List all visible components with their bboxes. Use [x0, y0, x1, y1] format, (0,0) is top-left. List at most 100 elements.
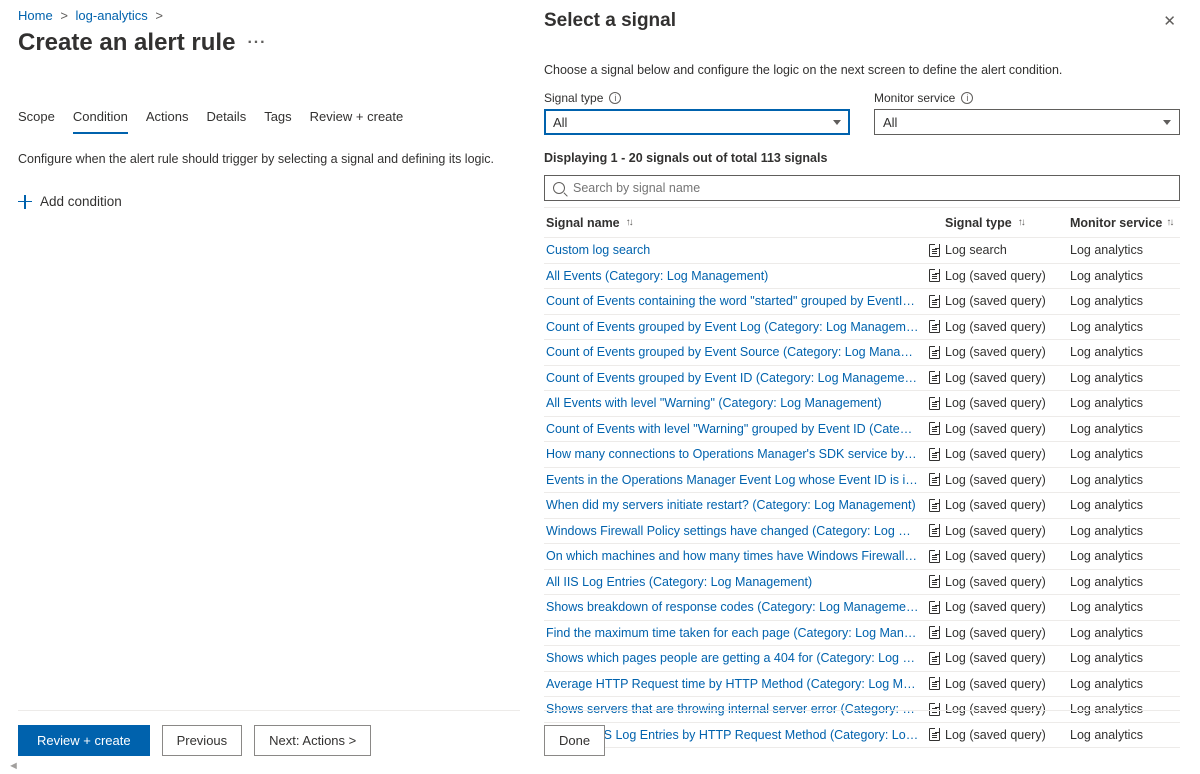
signal-row[interactable]: Count of Events grouped by Event Source …: [544, 340, 1180, 366]
monitor-service-cell: Log analytics: [1070, 549, 1180, 563]
close-icon[interactable]: ✕: [1159, 10, 1180, 33]
signal-name-link[interactable]: Find the maximum time taken for each pag…: [544, 626, 923, 640]
info-icon[interactable]: i: [609, 92, 621, 104]
signal-type-cell: Log (saved query): [945, 269, 1070, 283]
sort-icon: ↑↓: [1166, 217, 1172, 228]
log-icon: [923, 295, 945, 308]
signal-row[interactable]: Find the maximum time taken for each pag…: [544, 621, 1180, 647]
monitor-service-cell: Log analytics: [1070, 371, 1180, 385]
signal-name-link[interactable]: Count of Events grouped by Event Source …: [544, 345, 923, 359]
signal-type-select[interactable]: All: [544, 109, 850, 135]
panel-title: Select a signal: [544, 10, 1159, 32]
signal-name-link[interactable]: Count of Events grouped by Event ID (Cat…: [544, 371, 923, 385]
signal-name-link[interactable]: Count of Events with level "Warning" gro…: [544, 422, 923, 436]
search-icon: [553, 182, 565, 194]
signal-row[interactable]: Shows which pages people are getting a 4…: [544, 646, 1180, 672]
signal-name-link[interactable]: All Events (Category: Log Management): [544, 269, 923, 283]
signal-name-link[interactable]: On which machines and how many times hav…: [544, 549, 923, 563]
signal-type-cell: Log (saved query): [945, 396, 1070, 410]
log-icon: [923, 652, 945, 665]
monitor-service-cell: Log analytics: [1070, 575, 1180, 589]
signal-type-cell: Log (saved query): [945, 345, 1070, 359]
page-title: Create an alert rule ···: [18, 29, 520, 57]
previous-button[interactable]: Previous: [162, 725, 243, 756]
signal-row[interactable]: Count of Events with level "Warning" gro…: [544, 417, 1180, 443]
monitor-service-cell: Log analytics: [1070, 320, 1180, 334]
signal-row[interactable]: All Events with level "Warning" (Categor…: [544, 391, 1180, 417]
signal-row[interactable]: Windows Firewall Policy settings have ch…: [544, 519, 1180, 545]
monitor-service-cell: Log analytics: [1070, 677, 1180, 691]
signal-row[interactable]: All IIS Log Entries (Category: Log Manag…: [544, 570, 1180, 596]
signal-name-link[interactable]: Events in the Operations Manager Event L…: [544, 473, 923, 487]
tab-details[interactable]: Details: [206, 103, 246, 134]
log-icon: [923, 550, 945, 563]
signal-row[interactable]: Custom log searchLog searchLog analytics: [544, 238, 1180, 264]
signal-name-link[interactable]: Count of Events containing the word "sta…: [544, 294, 923, 308]
sort-icon: ↑↓: [1018, 217, 1024, 228]
log-icon: [923, 422, 945, 435]
plus-icon: [18, 195, 32, 209]
add-condition-button[interactable]: Add condition: [18, 194, 520, 209]
signal-name-link[interactable]: Count of Events grouped by Event Log (Ca…: [544, 320, 923, 334]
monitor-service-cell: Log analytics: [1070, 473, 1180, 487]
tab-tags[interactable]: Tags: [264, 103, 291, 134]
col-monitor-service[interactable]: Monitor service↑↓: [1070, 216, 1180, 230]
signal-search-input[interactable]: [571, 180, 1171, 196]
monitor-service-cell: Log analytics: [1070, 243, 1180, 257]
signal-row[interactable]: How many connections to Operations Manag…: [544, 442, 1180, 468]
signal-name-link[interactable]: Custom log search: [544, 243, 923, 257]
more-ellipsis-icon[interactable]: ···: [247, 34, 266, 52]
signal-name-link[interactable]: How many connections to Operations Manag…: [544, 447, 923, 461]
signal-row[interactable]: Events in the Operations Manager Event L…: [544, 468, 1180, 494]
panel-description: Choose a signal below and configure the …: [544, 63, 1180, 77]
tab-actions[interactable]: Actions: [146, 103, 189, 134]
signal-type-cell: Log (saved query): [945, 447, 1070, 461]
signal-row[interactable]: Average HTTP Request time by HTTP Method…: [544, 672, 1180, 698]
signal-row[interactable]: Count of Events grouped by Event Log (Ca…: [544, 315, 1180, 341]
signal-name-link[interactable]: Windows Firewall Policy settings have ch…: [544, 524, 923, 538]
breadcrumb-home[interactable]: Home: [18, 8, 53, 23]
monitor-service-cell: Log analytics: [1070, 447, 1180, 461]
signal-name-link[interactable]: Average HTTP Request time by HTTP Method…: [544, 677, 923, 691]
monitor-service-select[interactable]: All: [874, 109, 1180, 135]
monitor-service-label: Monitor service i: [874, 91, 1180, 105]
signal-type-cell: Log (saved query): [945, 294, 1070, 308]
monitor-service-cell: Log analytics: [1070, 651, 1180, 665]
sort-icon: ↑↓: [626, 217, 632, 228]
signal-row[interactable]: On which machines and how many times hav…: [544, 544, 1180, 570]
chevron-down-icon: [1163, 120, 1171, 125]
col-signal-name[interactable]: Signal name↑↓: [544, 216, 945, 230]
col-signal-type[interactable]: Signal type↑↓: [945, 216, 1070, 230]
chevron-down-icon: [833, 120, 841, 125]
result-count: Displaying 1 - 20 signals out of total 1…: [544, 151, 1180, 165]
tab-scope[interactable]: Scope: [18, 103, 55, 134]
tab-review[interactable]: Review + create: [310, 103, 404, 134]
scroll-left-icon[interactable]: ◄: [8, 760, 19, 772]
signal-row[interactable]: Shows breakdown of response codes (Categ…: [544, 595, 1180, 621]
monitor-service-cell: Log analytics: [1070, 422, 1180, 436]
signal-row[interactable]: Count of Events grouped by Event ID (Cat…: [544, 366, 1180, 392]
signal-name-link[interactable]: Shows which pages people are getting a 4…: [544, 651, 923, 665]
log-icon: [923, 244, 945, 257]
next-button[interactable]: Next: Actions >: [254, 725, 371, 756]
breadcrumb-workspace[interactable]: log-analytics: [76, 8, 148, 23]
log-icon: [923, 601, 945, 614]
log-icon: [923, 626, 945, 639]
signal-name-link[interactable]: Shows breakdown of response codes (Categ…: [544, 600, 923, 614]
wizard-tabs: Scope Condition Actions Details Tags Rev…: [18, 103, 520, 134]
review-create-button[interactable]: Review + create: [18, 725, 150, 756]
signal-row[interactable]: When did my servers initiate restart? (C…: [544, 493, 1180, 519]
monitor-service-cell: Log analytics: [1070, 345, 1180, 359]
info-icon[interactable]: i: [961, 92, 973, 104]
signal-name-link[interactable]: All IIS Log Entries (Category: Log Manag…: [544, 575, 923, 589]
signal-row[interactable]: All Events (Category: Log Management) Log…: [544, 264, 1180, 290]
condition-description: Configure when the alert rule should tri…: [18, 152, 520, 166]
signal-row[interactable]: Count of Events containing the word "sta…: [544, 289, 1180, 315]
log-icon: [923, 371, 945, 384]
done-button[interactable]: Done: [544, 725, 605, 756]
signal-name-link[interactable]: When did my servers initiate restart? (C…: [544, 498, 923, 512]
log-icon: [923, 320, 945, 333]
tab-condition[interactable]: Condition: [73, 103, 128, 134]
signal-name-link[interactable]: All Events with level "Warning" (Categor…: [544, 396, 923, 410]
signal-search-box[interactable]: [544, 175, 1180, 201]
